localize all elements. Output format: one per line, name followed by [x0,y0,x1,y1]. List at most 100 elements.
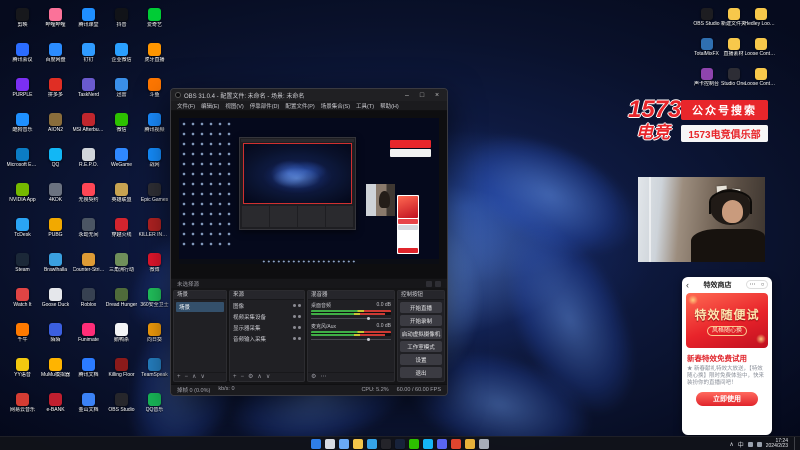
desktop-icon[interactable]: R.E.P.O. [72,146,105,181]
control-button[interactable]: 开始直播 [400,302,442,313]
source-list-item[interactable]: 音频输入采集 [230,333,304,344]
add-source-button[interactable]: + [233,373,237,381]
source-up-button[interactable]: ∧ [257,373,261,381]
desktop-icon[interactable]: 声卡控制台 [693,66,720,96]
control-button[interactable]: 退出 [400,367,442,378]
desktop-icon[interactable]: Microsoft Edge [6,146,39,181]
close-button[interactable]: × [431,92,443,99]
desktop-icon[interactable]: 企业微信 [105,41,138,76]
desktop-icon[interactable]: TotalMixFX [693,36,720,66]
use-now-button[interactable]: 立即使用 [696,392,758,406]
ime-language-indicator[interactable]: 中 [738,440,744,449]
control-button[interactable]: 设置 [400,354,442,365]
desktop-icon[interactable]: Funimate [72,321,105,356]
visibility-eye-icon[interactable] [293,304,296,307]
desktop-icon[interactable]: 酷狗音乐 [6,111,39,146]
taskbar-icon[interactable] [395,439,405,449]
volume-slider[interactable] [311,317,391,320]
control-button[interactable]: 启动虚拟摄像机 [400,328,442,339]
desktop-icon[interactable]: 英雄联盟 [105,181,138,216]
menu-item[interactable]: 场景集合(S) [321,102,350,110]
network-icon[interactable] [747,441,753,447]
taskbar-icon[interactable] [381,439,391,449]
desktop-icon[interactable]: MuMu模拟器 [39,356,72,391]
mixer-more-icon[interactable]: ⋯ [320,373,326,381]
desktop-icon[interactable]: TcDesk [6,216,39,251]
remove-scene-button[interactable]: − [185,373,189,381]
maximize-button[interactable]: □ [416,92,428,99]
desktop-icon[interactable]: TeamSpeak [138,356,171,391]
scene-list-item[interactable]: 场景 [176,302,224,312]
desktop-icon[interactable]: QQ音乐 [138,391,171,426]
desktop-icon[interactable]: MSI Afterburner [72,111,105,146]
source-toolbar-icon-filters[interactable] [426,280,432,287]
taskbar-icon[interactable] [353,439,363,449]
desktop-icon[interactable]: 抖音 [105,6,138,41]
desktop-icon[interactable]: QQ [39,146,72,181]
desktop-icon[interactable]: YY语音 [6,356,39,391]
scene-up-button[interactable]: ∧ [192,373,196,381]
desktop-icon[interactable]: Steam [6,251,39,286]
desktop-icon[interactable]: 直播素材 [720,36,747,66]
close-circle-icon[interactable]: ○ [761,282,765,288]
desktop-icon[interactable]: 永劫无间 [72,216,105,251]
source-list-item[interactable]: 图像 [230,300,304,311]
menu-item[interactable]: 工具(T) [356,102,374,110]
desktop-icon[interactable]: 无畏契约 [72,181,105,216]
add-scene-button[interactable]: + [177,373,181,381]
obs-titlebar[interactable]: OBS 31.0.4 - 配置文件: 未命名 - 场景: 未命名 – □ × [171,89,447,101]
taskbar-icon[interactable] [437,439,447,449]
desktop-icon[interactable]: e-BANK [39,391,72,426]
desktop-icon[interactable]: 哔哩哔哩 [39,6,72,41]
lock-icon[interactable] [298,315,301,318]
desktop-icon[interactable]: KILLER INN BETA [138,216,171,251]
more-icon[interactable]: ⋯ [750,281,756,288]
desktop-icon[interactable]: 腾讯文档 [72,356,105,391]
visibility-eye-icon[interactable] [293,337,296,340]
menu-item[interactable]: 配置文件(P) [285,102,314,110]
taskbar-icon[interactable] [339,439,349,449]
scene-down-button[interactable]: ∨ [200,373,204,381]
visibility-eye-icon[interactable] [293,315,296,318]
desktop-icon[interactable]: Dread Hunger [105,286,138,321]
desktop-icon[interactable]: 微博 [138,251,171,286]
control-button[interactable]: 工作室模式 [400,341,442,352]
desktop-icon[interactable]: PUBG [39,216,72,251]
minimize-button[interactable]: – [401,92,413,99]
volume-slider[interactable] [311,338,391,341]
menu-item[interactable]: 编辑(E) [201,102,219,110]
desktop-icon[interactable]: 鹅鸭杀 [105,321,138,356]
source-list-item[interactable]: 视频采集设备 [230,311,304,322]
desktop-icon[interactable]: 拼多多 [39,76,72,111]
desktop-icon[interactable]: Goose Duck [39,286,72,321]
volume-icon[interactable] [756,441,762,447]
desktop-icon[interactable]: 战网 [138,146,171,181]
source-properties-button[interactable]: ⚙ [248,373,253,381]
source-toolbar-icon-properties[interactable] [435,280,441,287]
remove-source-button[interactable]: − [241,373,245,381]
obs-preview-canvas[interactable] [179,118,439,264]
desktop-icon[interactable]: 迅雷 [105,76,138,111]
desktop-icon[interactable]: 剪映 [6,6,39,41]
desktop-icon[interactable]: OBS Studio [105,391,138,426]
desktop-icon[interactable]: 陌陌 [39,321,72,356]
taskbar-icon[interactable] [409,439,419,449]
desktop-icon[interactable]: Epic Games [138,181,171,216]
desktop-icon[interactable]: WeGame [105,146,138,181]
desktop-icon[interactable]: Watch It [6,286,39,321]
desktop-icon[interactable]: PURPLE [6,76,39,111]
back-icon[interactable]: ‹ [686,280,689,290]
show-desktop-button[interactable] [794,437,796,450]
desktop-icon[interactable]: 千牛 [6,321,39,356]
desktop-icon[interactable]: 斗鱼 [138,76,171,111]
source-list-item[interactable]: 显示器采集 [230,322,304,333]
menu-item[interactable]: 停靠部件(D) [250,102,280,110]
desktop-icon[interactable]: 穿越火线 [105,216,138,251]
desktop-icon[interactable]: 腾讯视频 [138,111,171,146]
desktop-icon[interactable]: 4KDK [39,181,72,216]
desktop-icon[interactable]: Loose Control-B [745,66,777,96]
visibility-eye-icon[interactable] [293,326,296,329]
lock-icon[interactable] [298,304,301,307]
desktop-icon[interactable]: 三角洲行动 [105,251,138,286]
desktop-icon[interactable]: Brawlhalla [39,251,72,286]
